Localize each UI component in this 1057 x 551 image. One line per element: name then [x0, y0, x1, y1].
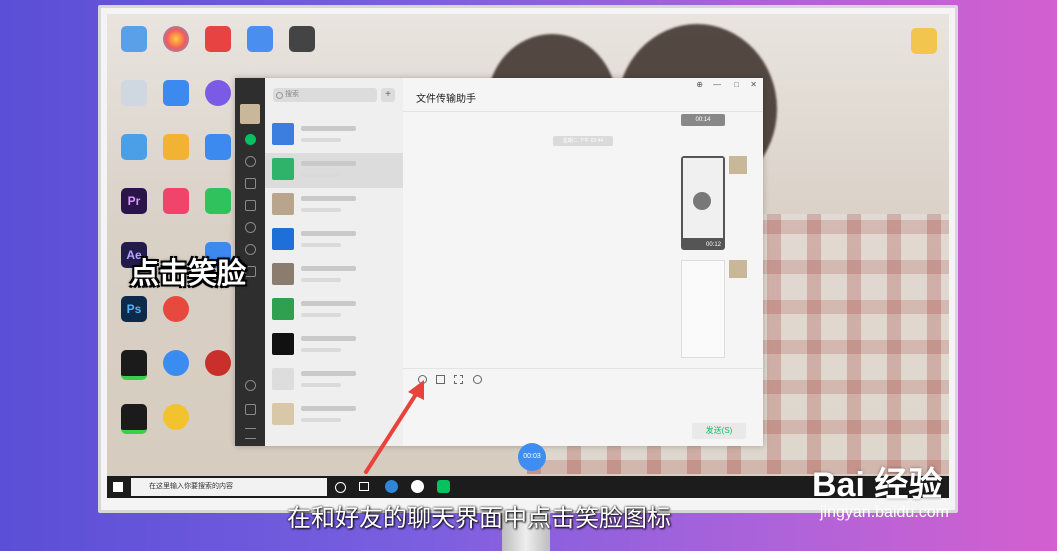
desktop-icon-photoshop[interactable]: Ps — [111, 296, 157, 324]
list-item[interactable] — [265, 328, 403, 363]
menu-icon[interactable] — [245, 428, 256, 439]
desktop-icon-recycle[interactable] — [111, 80, 157, 108]
browser-icon[interactable] — [411, 480, 424, 493]
desktop-icon-app-f[interactable] — [153, 350, 199, 378]
timestamp: 星期二 下午 02:44 — [553, 136, 613, 146]
list-item[interactable] — [265, 293, 403, 328]
user-avatar[interactable] — [240, 104, 260, 124]
play-icon[interactable] — [693, 192, 711, 210]
task-view-icon[interactable] — [359, 482, 369, 491]
edge-icon[interactable] — [385, 480, 398, 493]
desktop-icon-app-c[interactable] — [153, 134, 199, 162]
cortana-icon[interactable] — [335, 482, 346, 493]
image-message[interactable] — [681, 260, 725, 358]
contacts-icon[interactable] — [245, 156, 256, 167]
chat-history-icon[interactable] — [473, 375, 482, 384]
desktop-icon-app8[interactable] — [111, 404, 157, 436]
collections-icon[interactable] — [245, 178, 256, 189]
input-divider — [403, 368, 763, 369]
search-input[interactable]: 搜索 — [273, 88, 377, 102]
wechat-taskbar-icon[interactable] — [437, 480, 450, 493]
channels-icon[interactable] — [245, 266, 256, 277]
mini-program-icon[interactable] — [245, 244, 256, 255]
search-icon — [276, 92, 283, 99]
chat-icon[interactable] — [245, 134, 256, 145]
desktop-icon-app-m[interactable] — [237, 26, 283, 54]
desktop-icon-app-n[interactable] — [279, 26, 325, 54]
search-placeholder: 搜索 — [285, 91, 299, 98]
screenshot-icon[interactable] — [454, 375, 463, 384]
taskbar-search-placeholder: 在这里输入你要搜索的内容 — [149, 483, 233, 490]
list-item[interactable] — [265, 188, 403, 223]
chat-title: 文件传输助手 — [416, 94, 476, 105]
video-message[interactable]: 00:12 — [681, 156, 725, 250]
add-button[interactable]: + — [381, 88, 395, 102]
recording-timer: 00:03 — [518, 443, 546, 471]
phone-icon[interactable] — [245, 404, 256, 415]
desktop-icon-photos[interactable] — [153, 26, 199, 54]
photoshop-icon: Ps — [121, 296, 147, 322]
list-item[interactable] — [265, 223, 403, 258]
close-button[interactable]: ✕ — [750, 80, 757, 89]
file-folder-icon[interactable] — [436, 375, 445, 384]
wechat-window: 搜索 + 文件传输助手 ⊕ — □ ✕ 00:14 星期二 下午 02:44 0… — [235, 78, 763, 446]
send-button[interactable]: 发送(S) — [692, 423, 746, 439]
moments-icon[interactable] — [245, 222, 256, 233]
taskbar-search-input[interactable]: 在这里输入你要搜索的内容 — [131, 478, 327, 496]
compass-icon[interactable] — [245, 380, 256, 391]
baidu-url: jingyan.baidu.com — [820, 504, 949, 521]
folder-icon[interactable] — [245, 200, 256, 211]
premiere-icon: Pr — [121, 188, 147, 214]
video-message[interactable]: 00:14 — [681, 114, 725, 126]
list-item-selected[interactable] — [265, 153, 403, 188]
start-icon[interactable] — [113, 482, 123, 492]
pointer-arrow — [364, 380, 424, 474]
desktop-icon-app-e[interactable] — [153, 296, 199, 324]
self-avatar[interactable] — [729, 156, 747, 174]
list-item[interactable] — [265, 118, 403, 153]
caption-main: 点击笑脸 — [130, 256, 247, 290]
desktop-icon-premiere[interactable]: Pr — [111, 188, 157, 216]
desktop-icon-computer[interactable] — [111, 26, 157, 54]
desktop-icon-folder[interactable] — [901, 28, 947, 56]
list-item[interactable] — [265, 258, 403, 293]
desktop-icon-control[interactable] — [111, 134, 157, 162]
desktop-icon-app-g[interactable] — [153, 404, 199, 432]
maximize-button[interactable]: □ — [734, 80, 739, 89]
desktop-icon-wps[interactable] — [195, 26, 241, 54]
baidu-logo: Bai 经验 — [812, 466, 943, 504]
self-avatar[interactable] — [729, 260, 747, 278]
minimize-button[interactable]: — — [713, 80, 721, 89]
caption-subtitle: 在和好友的聊天界面中点击笑脸图标 — [287, 504, 671, 532]
desktop-icon-app7[interactable] — [111, 350, 157, 382]
chat-panel: 文件传输助手 ⊕ — □ ✕ 00:14 星期二 下午 02:44 00:12 — [403, 78, 763, 446]
desktop-icon-app-d[interactable] — [153, 188, 199, 216]
pin-button[interactable]: ⊕ — [696, 80, 703, 89]
video-duration: 00:12 — [705, 242, 721, 248]
desktop-icon-app-b[interactable] — [153, 80, 199, 108]
